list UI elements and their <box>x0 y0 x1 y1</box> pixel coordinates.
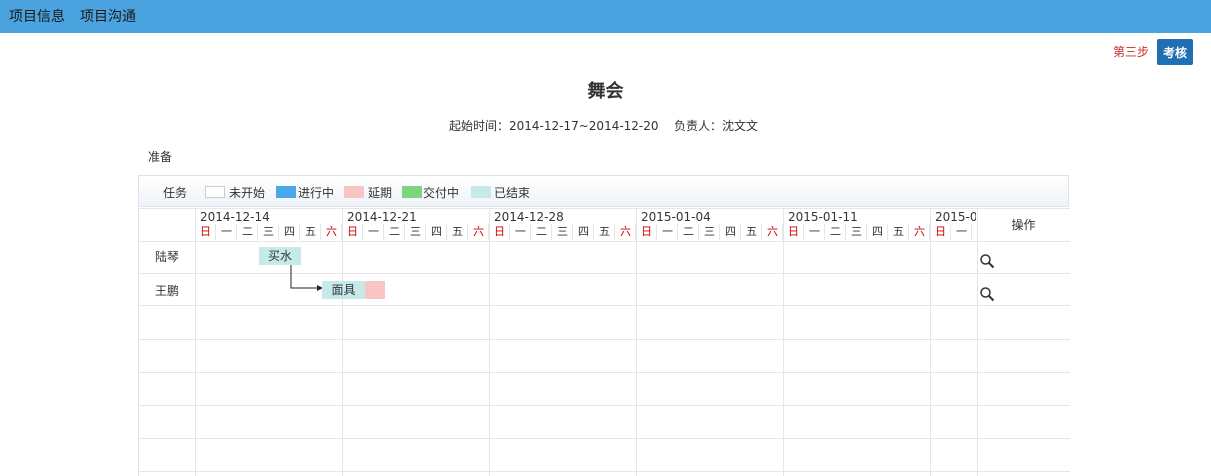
day-cell: 三 <box>259 224 279 240</box>
nav-project-communication[interactable]: 项目沟通 <box>80 6 136 26</box>
column-divider <box>195 208 196 476</box>
project-title: 舞会 <box>587 81 624 102</box>
dependency-arrow <box>290 265 323 291</box>
row-person: 陆琴 <box>154 250 179 264</box>
legend-in-progress: 进行中 <box>298 186 335 200</box>
nav-project-info[interactable]: 项目信息 <box>9 6 65 26</box>
day-cell: 六 <box>322 224 342 240</box>
task-bar[interactable]: 面具 <box>322 281 365 299</box>
day-cell: 日 <box>196 224 216 240</box>
day-cell: 五 <box>595 224 615 240</box>
day-cell: 日 <box>637 224 657 240</box>
gantt-chart: 日一二三四五六日一二三四五六日一二三四五六日一二三四五六日一二三四五六日一 20… <box>138 208 1070 476</box>
column-divider <box>342 208 343 476</box>
phase-label: 准备 <box>148 150 173 164</box>
project-owner: 负责人：沈文文 <box>674 119 759 133</box>
legend-delayed: 延期 <box>368 186 393 200</box>
row-person: 王鹏 <box>154 284 179 298</box>
day-cell: 五 <box>448 224 468 240</box>
day-cell: 日 <box>490 224 510 240</box>
week-label: 2015-01-11 <box>788 210 858 224</box>
day-cell: 日 <box>931 224 951 240</box>
day-cell: 日 <box>784 224 804 240</box>
assessment-button[interactable]: 考核 <box>1157 39 1193 65</box>
legend-not-started: 未开始 <box>229 186 266 200</box>
legend-delivering: 交付中 <box>423 186 460 200</box>
day-cell: 五 <box>301 224 321 240</box>
step-indicator: 第三步 <box>1113 45 1150 59</box>
week-label: 2014-12-14 <box>200 210 270 224</box>
day-cell: 二 <box>679 224 699 240</box>
day-cell: 一 <box>658 224 678 240</box>
column-divider <box>977 208 978 476</box>
day-cell: 六 <box>616 224 636 240</box>
day-cell: 一 <box>217 224 237 240</box>
legend-swatch-delayed <box>344 186 364 198</box>
task-delay-bar <box>365 281 385 299</box>
week-label: 2014-12-21 <box>347 210 417 224</box>
legend-task-label: 任务 <box>163 186 188 200</box>
day-cell: 五 <box>742 224 762 240</box>
week-label: 2015-01-04 <box>641 210 711 224</box>
week-label: 2014-12-28 <box>494 210 564 224</box>
day-cell: 四 <box>721 224 741 240</box>
day-cell: 六 <box>910 224 930 240</box>
legend-swatch-not-started <box>205 186 225 198</box>
day-cell: 一 <box>511 224 531 240</box>
operation-header: 操作 <box>1011 218 1036 232</box>
legend-swatch-delivering <box>402 186 422 198</box>
day-cell: 四 <box>868 224 888 240</box>
day-cell: 四 <box>427 224 447 240</box>
week-label: 2015-0 <box>935 210 976 224</box>
top-nav-bar: 项目信息 项目沟通 <box>0 0 1211 33</box>
day-cell: 二 <box>238 224 258 240</box>
day-cell: 四 <box>280 224 300 240</box>
day-cell: 五 <box>889 224 909 240</box>
day-cell: 三 <box>406 224 426 240</box>
legend-swatch-in-progress <box>276 186 296 198</box>
view-detail-icon[interactable] <box>979 253 995 269</box>
day-cell: 一 <box>364 224 384 240</box>
column-divider <box>783 208 784 476</box>
status-legend: 任务 未开始 进行中 延期 交付中 已结束 <box>138 175 1069 207</box>
day-cell: 三 <box>847 224 867 240</box>
day-cell: 二 <box>385 224 405 240</box>
day-cell: 二 <box>532 224 552 240</box>
project-date-range: 起始时间：2014-12-17~2014-12-20 <box>449 119 659 133</box>
day-cell: 二 <box>826 224 846 240</box>
day-cell: 日 <box>343 224 363 240</box>
day-cell: 四 <box>574 224 594 240</box>
day-cell: 三 <box>553 224 573 240</box>
day-cell: 六 <box>469 224 489 240</box>
column-divider <box>489 208 490 476</box>
day-cell: 一 <box>805 224 825 240</box>
day-cell: 三 <box>700 224 720 240</box>
legend-finished: 已结束 <box>494 186 531 200</box>
column-divider <box>636 208 637 476</box>
day-cell: 一 <box>952 224 972 240</box>
column-divider <box>930 208 931 476</box>
view-detail-icon[interactable] <box>979 286 995 302</box>
day-cell: 六 <box>763 224 783 240</box>
task-bar[interactable]: 买水 <box>259 247 301 265</box>
legend-swatch-finished <box>471 186 491 198</box>
